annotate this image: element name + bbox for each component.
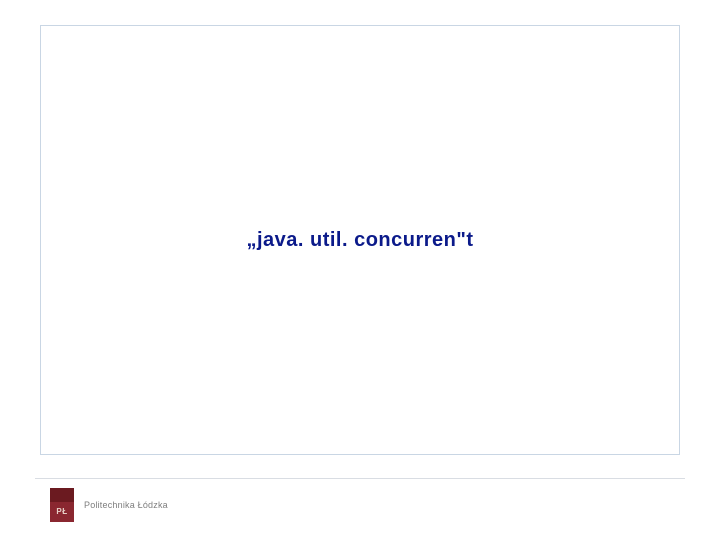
logo-bottom-panel: PŁ [50,502,74,522]
logo-initials: PŁ [56,507,67,516]
footer: PŁ Politechnika Łódzka [50,486,168,524]
university-name: Politechnika Łódzka [84,500,168,510]
university-logo-icon: PŁ [50,488,74,522]
logo-top-stripe [50,488,74,502]
slide-title: „java. util. concurren"t [246,229,473,252]
footer-divider [35,478,685,479]
slide-page: „java. util. concurren"t PŁ Politechnika… [0,0,720,540]
slide-frame: „java. util. concurren"t [40,25,680,455]
